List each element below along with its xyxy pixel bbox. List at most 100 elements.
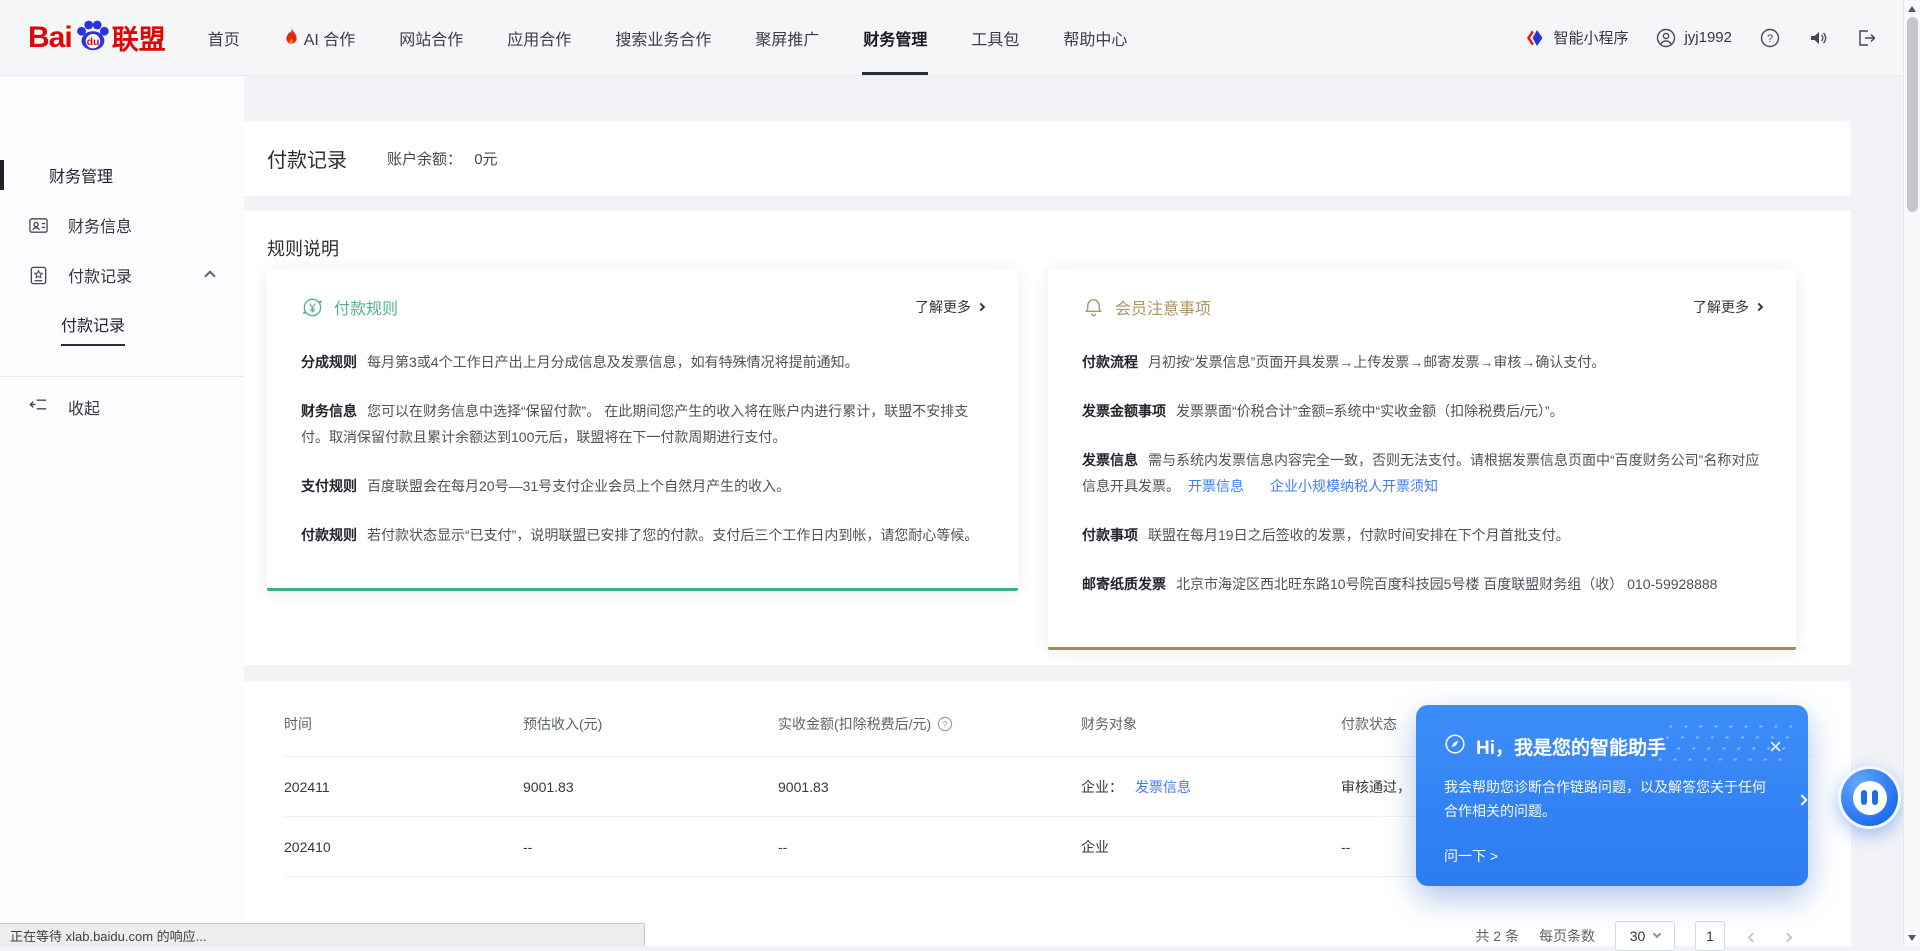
nav-item-home[interactable]: 首页 — [186, 0, 262, 75]
cell-entity: 企业： 发票信息 — [1081, 777, 1341, 797]
screen: Bai du 联盟 首页 AI 合作 网站合作 应用合作 — [0, 0, 1920, 946]
username: jyj1992 — [1684, 29, 1732, 46]
logout-icon[interactable] — [1856, 28, 1876, 48]
invoice-info-row-link[interactable]: 发票信息 — [1135, 777, 1191, 797]
cell-actual: 9001.83 — [778, 779, 1081, 795]
rule-item: 分成规则每月第3或4个工作日产出上月分成信息及发票信息，如有特殊情况将提前通知。 — [301, 349, 984, 375]
learn-more-label: 了解更多 — [1693, 297, 1749, 317]
baidu-union-logo[interactable]: Bai du 联盟 — [28, 18, 166, 57]
sound-icon[interactable] — [1808, 28, 1828, 48]
help-icon[interactable]: ? — [1760, 28, 1780, 48]
cell-estimated: 9001.83 — [523, 779, 778, 795]
smart-miniapp-link[interactable]: 智能小程序 — [1525, 27, 1628, 48]
close-icon[interactable]: × — [1769, 738, 1782, 756]
nav-item-finance[interactable]: 财务管理 — [841, 0, 949, 75]
col-finance-entity: 财务对象 — [1081, 714, 1341, 734]
cell-time: 202410 — [284, 839, 523, 855]
rule-text: 您可以在财务信息中选择“保留付款”。 在此期间您产生的收入将在账户内进行累计，联… — [301, 403, 968, 445]
nav-item-website-coop[interactable]: 网站合作 — [377, 0, 485, 75]
sidebar-active-indicator — [0, 160, 4, 190]
assistant-message: 我会帮助您诊断合作链路问题，以及解答您关于任何合作相关的问题。 — [1416, 760, 1808, 823]
nav-item-juping-promo[interactable]: 聚屏推广 — [733, 0, 841, 75]
rule-label: 付款流程 — [1082, 354, 1138, 370]
rule-text: 月初按“发票信息”页面开具发票→上传发票→邮寄发票→审核→确认支付。 — [1148, 354, 1605, 370]
per-page-label: 每页条数 — [1539, 926, 1595, 946]
balance-label: 账户余额： — [387, 151, 462, 168]
cell-actual: -- — [778, 839, 1081, 855]
cell-entity: 企业 — [1081, 837, 1341, 857]
col-time: 时间 — [284, 714, 523, 734]
per-page-select[interactable]: 30 — [1615, 921, 1675, 951]
sidebar-collapse-button[interactable]: 收起 — [0, 392, 244, 422]
collapse-label: 收起 — [68, 395, 100, 419]
scroll-down-arrow[interactable] — [1904, 929, 1920, 946]
prev-page-button[interactable] — [1745, 924, 1760, 948]
rule-item: 支付规则百度联盟会在每月20号—31号支付企业会员上个自然月产生的收入。 — [301, 473, 984, 499]
chevron-up-icon[interactable] — [204, 270, 215, 281]
popup-next-arrow[interactable] — [1798, 791, 1806, 809]
col-actual-amount: 实收金额(扣除税费后/元) ? — [778, 714, 1081, 734]
nav-item-app-coop[interactable]: 应用合作 — [485, 0, 593, 75]
rule-label: 付款规则 — [301, 527, 357, 543]
finance-info-icon — [28, 215, 49, 236]
cell-estimated: -- — [523, 839, 778, 855]
info-icon[interactable]: ? — [937, 716, 953, 732]
nav-item-search-coop[interactable]: 搜索业务合作 — [593, 0, 733, 75]
sidebar-item-label: 付款记录 — [68, 263, 132, 287]
vertical-scrollbar[interactable] — [1903, 0, 1920, 946]
assistant-title: Hi，我是您的智能助手 — [1476, 733, 1666, 760]
sidebar-item-payment-records[interactable]: 付款记录 — [0, 260, 244, 290]
assistant-popup: Hi，我是您的智能助手 × 我会帮助您诊断合作链路问题，以及解答您关于任何合作相… — [1416, 705, 1808, 886]
rule-item: 财务信息您可以在财务信息中选择“保留付款”。 在此期间您产生的收入将在账户内进行… — [301, 398, 984, 450]
top-navbar: Bai du 联盟 首页 AI 合作 网站合作 应用合作 — [0, 0, 1920, 76]
pagination: 共 2 条 每页条数 30 1 — [1475, 921, 1795, 951]
logo-text-union: 联盟 — [112, 18, 166, 57]
ask-now-link[interactable]: 问一下 > — [1444, 846, 1498, 866]
user-account[interactable]: jyj1992 — [1656, 28, 1732, 48]
account-balance: 账户余额： 0元 — [387, 148, 498, 169]
compass-icon — [1444, 733, 1466, 760]
rules-panel: 规则说明 付款规则 了解更多 分成规则每月第3或4个工作 — [244, 211, 1851, 665]
col-estimated-income: 预估收入(元) — [523, 714, 778, 734]
assistant-fab[interactable] — [1838, 766, 1901, 829]
rule-label: 支付规则 — [301, 478, 357, 494]
small-taxpayer-notice-link[interactable]: 企业小规模纳税人开票须知 — [1270, 478, 1438, 494]
status-text: 正在等待 xlab.baidu.com 的响应... — [10, 926, 207, 945]
col-actual-amount-label: 实收金额(扣除税费后/元) — [778, 714, 931, 734]
sidebar-subitem-payment-records[interactable]: 付款记录 — [61, 312, 125, 346]
chevron-right-icon — [1755, 303, 1763, 311]
rule-text: 发票票面“价税合计”金额=系统中“实收金额（扣除税费后/元）”。 — [1176, 403, 1564, 419]
page-header-panel: 付款记录 账户余额： 0元 — [244, 121, 1851, 196]
logo-text-bai: Bai — [28, 21, 72, 55]
sidebar-title-label: 财务管理 — [49, 163, 113, 187]
learn-more-label: 了解更多 — [915, 297, 971, 317]
rule-item: 邮寄纸质发票北京市海淀区西北旺东路10号院百度科技园5号楼 百度联盟财务组（收）… — [1082, 571, 1762, 597]
assistant-robot-icon — [1853, 781, 1887, 815]
balance-value: 0元 — [474, 151, 497, 168]
cell-time: 202411 — [284, 779, 523, 795]
rule-item: 付款事项联盟在每月19日之后签收的发票，付款时间安排在下个月首批支付。 — [1082, 522, 1762, 548]
sidebar-item-finance-info[interactable]: 财务信息 — [0, 210, 244, 240]
next-page-button[interactable] — [1780, 924, 1795, 948]
nav-item-ai-coop[interactable]: AI 合作 — [262, 0, 378, 75]
smart-miniapp-icon — [1525, 28, 1545, 48]
learn-more-link[interactable]: 了解更多 — [1693, 297, 1762, 317]
invoice-info-link[interactable]: 开票信息 — [1188, 478, 1244, 494]
scroll-up-arrow[interactable] — [1904, 0, 1920, 17]
member-notes-card: 会员注意事项 了解更多 付款流程月初按“发票信息”页面开具发票→上传发票→邮寄发… — [1048, 269, 1796, 650]
nav-item-help-center[interactable]: 帮助中心 — [1041, 0, 1149, 75]
browser-status-bar: 正在等待 xlab.baidu.com 的响应... — [0, 923, 645, 946]
card-title: 付款规则 — [334, 295, 398, 319]
nav-item-toolkit[interactable]: 工具包 — [949, 0, 1041, 75]
current-page[interactable]: 1 — [1695, 921, 1725, 951]
rule-item: 付款规则若付款状态显示“已支付”，说明联盟已安排了您的付款。支付后三个工作日内到… — [301, 522, 984, 548]
rule-label: 发票信息 — [1082, 452, 1138, 468]
smart-miniapp-label: 智能小程序 — [1553, 27, 1628, 48]
payment-record-icon — [28, 265, 49, 286]
rule-text: 每月第3或4个工作日产出上月分成信息及发票信息，如有特殊情况将提前通知。 — [367, 354, 859, 370]
rule-label: 付款事项 — [1082, 527, 1138, 543]
main-nav: 首页 AI 合作 网站合作 应用合作 搜索业务合作 聚屏推广 财务管理 工具包 … — [186, 0, 1150, 75]
learn-more-link[interactable]: 了解更多 — [915, 297, 984, 317]
scrollbar-thumb[interactable] — [1907, 17, 1918, 212]
sidebar-divider — [0, 376, 244, 377]
